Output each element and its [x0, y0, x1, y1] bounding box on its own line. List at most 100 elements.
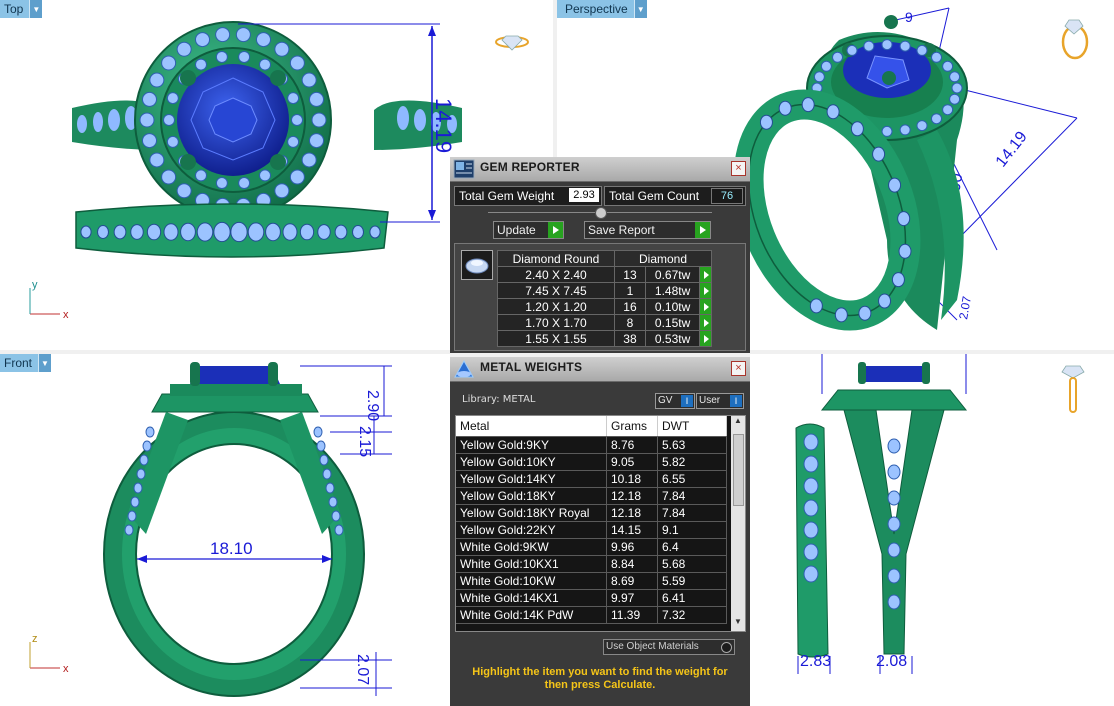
chevron-down-icon[interactable]: ▼ [29, 0, 43, 18]
metal-dwt: 5.63 [657, 436, 727, 454]
metal-table-row[interactable]: White Gold:14KX1 9.97 6.41 [456, 589, 727, 607]
viewport-front[interactable]: Front ▼ 18.10 2.90 2.15 2.07 x z [0, 354, 450, 706]
metal-table-row[interactable]: White Gold:14K PdW 11.39 7.32 [456, 606, 727, 624]
gem-count: 1 [614, 282, 646, 299]
panel-header[interactable]: GEM REPORTER × [450, 157, 750, 182]
header-type: Diamond [614, 250, 712, 267]
header-dwt: DWT [657, 416, 727, 437]
viewport-label: Top [4, 2, 24, 16]
metal-table: Metal Grams DWT Yellow Gold:9KY 8.76 5.63 Y… [456, 416, 727, 624]
axis-x-label: x [63, 309, 69, 321]
vertical-scrollbar[interactable]: ▲ ▼ [731, 416, 745, 631]
gv-toggle[interactable]: GV I [655, 393, 695, 409]
metal-name: White Gold:14K PdW [456, 606, 607, 624]
dimension-label: 2.83 [800, 653, 831, 670]
metal-dwt: 9.1 [657, 521, 727, 539]
dimension-label: 14.19 [993, 128, 1031, 170]
metal-dwt: 6.55 [657, 470, 727, 488]
dimension-label: 2.08 [876, 653, 907, 670]
total-count-label: Total Gem Count [609, 189, 700, 203]
metal-grams: 12.18 [606, 487, 658, 505]
metal-name: Yellow Gold:18KY Royal [456, 504, 607, 522]
gem-table-row[interactable]: 1.55 X 1.55 38 0.53tw [497, 330, 712, 347]
header-metal: Metal [456, 416, 607, 437]
save-report-label: Save Report [588, 223, 655, 237]
metal-name: Yellow Gold:10KY [456, 453, 607, 471]
row-play-icon[interactable] [699, 314, 712, 331]
metal-name: Yellow Gold:14KY [456, 470, 607, 488]
save-report-button[interactable]: Save Report [584, 221, 711, 239]
dimension-label: 2.07 [354, 654, 371, 685]
scroll-thumb[interactable] [733, 434, 744, 506]
ring-front-view: 18.10 2.90 2.15 2.07 x z [29, 362, 392, 697]
gem-weight: 0.10tw [644, 298, 701, 315]
total-weight-row: Total Gem Weight 2.93 [454, 186, 602, 206]
toggle-icon: I [730, 395, 742, 407]
metal-table-row[interactable]: Yellow Gold:9KY 8.76 5.63 [456, 436, 727, 454]
play-icon [548, 222, 563, 238]
chevron-down-icon[interactable]: ▼ [633, 0, 647, 18]
radio-icon [721, 642, 732, 653]
gem-table-area: Diamond Round Diamond 2.40 X 2.40 13 0.67t… [454, 243, 746, 351]
gem-table-row[interactable]: 1.70 X 1.70 8 0.15tw [497, 314, 712, 331]
row-play-icon[interactable] [699, 266, 712, 283]
row-play-icon[interactable] [699, 330, 712, 347]
gem-table-row[interactable]: 1.20 X 1.20 16 0.10tw [497, 298, 712, 315]
metal-name: Yellow Gold:22KY [456, 521, 607, 539]
metal-table-row[interactable]: Yellow Gold:18KY 12.18 7.84 [456, 487, 727, 505]
metal-table-row[interactable]: White Gold:9KW 9.96 6.4 [456, 538, 727, 556]
metal-dwt: 5.68 [657, 555, 727, 573]
splitter-handle-icon[interactable] [595, 207, 607, 219]
gem-table-row[interactable]: 7.45 X 7.45 1 1.48tw [497, 282, 712, 299]
gem-table-row[interactable]: 2.40 X 2.40 13 0.67tw [497, 266, 712, 283]
viewport-tab-perspective[interactable]: Perspective ▼ [557, 0, 647, 18]
panel-header[interactable]: METAL WEIGHTS × [450, 357, 750, 382]
metal-table-row[interactable]: Yellow Gold:14KY 10.18 6.55 [456, 470, 727, 488]
metal-table-row[interactable]: Yellow Gold:18KY Royal 12.18 7.84 [456, 504, 727, 522]
gem-size: 7.45 X 7.45 [497, 282, 615, 299]
row-play-icon[interactable] [699, 282, 712, 299]
update-button[interactable]: Update [493, 221, 564, 239]
viewport-tab-front[interactable]: Front ▼ [0, 354, 52, 372]
dimension-label: 9 [905, 9, 913, 25]
library-label: Library: METAL [462, 394, 536, 405]
metal-table-row[interactable]: White Gold:10KW 8.69 5.59 [456, 572, 727, 590]
close-icon[interactable]: × [731, 361, 746, 376]
metal-grams: 11.39 [606, 606, 658, 624]
metal-grams: 8.76 [606, 436, 658, 454]
metal-table-row[interactable]: Yellow Gold:22KY 14.15 9.1 [456, 521, 727, 539]
dimension-label: 18.10 [210, 539, 253, 558]
close-icon[interactable]: × [731, 161, 746, 176]
viewport-tab-top[interactable]: Top ▼ [0, 0, 43, 18]
hint-text: Highlight the item you want to find the … [472, 666, 728, 691]
panel-title: METAL WEIGHTS [480, 360, 583, 374]
metal-table-header: Metal Grams DWT [456, 416, 727, 437]
gem-size: 1.20 X 1.20 [497, 298, 615, 315]
dimension-label: 2.15 [356, 426, 373, 457]
gem-table: Diamond Round Diamond 2.40 X 2.40 13 0.67t… [497, 250, 712, 347]
metal-grams: 9.97 [606, 589, 658, 607]
scroll-down-icon[interactable]: ▼ [731, 617, 745, 631]
diamond-round-icon [461, 250, 493, 280]
viewport-right[interactable]: 2.83 2.08 [750, 354, 1114, 706]
chevron-down-icon[interactable]: ▼ [38, 354, 52, 372]
metal-table-row[interactable]: White Gold:10KX1 8.84 5.68 [456, 555, 727, 573]
metal-table-row[interactable]: Yellow Gold:10KY 9.05 5.82 [456, 453, 727, 471]
use-object-materials-button[interactable]: Use Object Materials [603, 639, 735, 655]
viewport-label: Front [4, 356, 33, 370]
user-toggle[interactable]: User I [696, 393, 744, 409]
dimension-label: 2.90 [364, 390, 381, 421]
gem-weight: 1.48tw [644, 282, 701, 299]
gem-count: 38 [614, 330, 646, 347]
row-play-icon[interactable] [699, 298, 712, 315]
metal-name: White Gold:10KX1 [456, 555, 607, 573]
gem-weight: 0.67tw [644, 266, 701, 283]
scroll-up-icon[interactable]: ▲ [731, 416, 745, 430]
metal-table-container[interactable]: Metal Grams DWT Yellow Gold:9KY 8.76 5.63 Y… [455, 415, 746, 632]
metal-grams: 8.84 [606, 555, 658, 573]
gem-weight: 0.15tw [644, 314, 701, 331]
metal-name: Yellow Gold:9KY [456, 436, 607, 454]
gem-table-header: Diamond Round Diamond [497, 250, 712, 267]
panel-title: GEM REPORTER [480, 160, 580, 174]
gem-count: 8 [614, 314, 646, 331]
